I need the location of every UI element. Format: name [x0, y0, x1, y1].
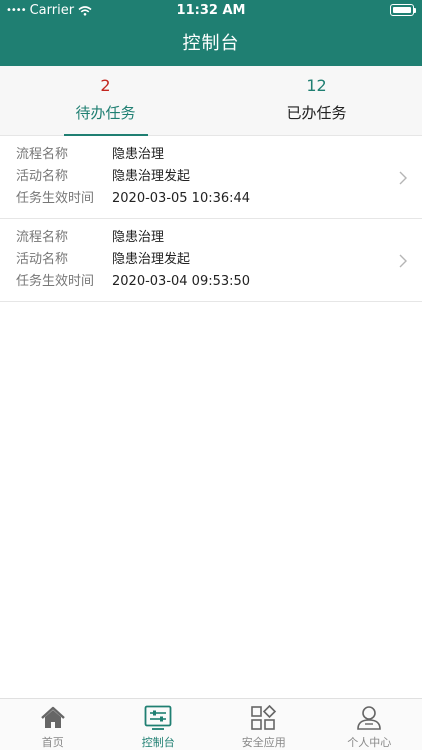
tabbar-label-profile: 个人中心: [347, 736, 392, 749]
status-time: 11:32 AM: [176, 3, 246, 18]
tabbar-label-console: 控制台: [141, 736, 175, 749]
user-icon: [357, 706, 382, 730]
bottom-tab-bar: 首页 控制台 安全应用 个人中心: [0, 698, 422, 750]
tab-done-label: 已办任务: [286, 104, 347, 122]
task-item[interactable]: 流程名称 隐患治理 活动名称 隐患治理发起 任务生效时间 2020-03-05 …: [0, 137, 422, 219]
page-title: 控制台: [182, 33, 240, 54]
time-label: 任务生效时间: [16, 274, 95, 289]
status-bar: •••• Carrier 11:32 AM: [0, 0, 422, 22]
flow-value: 隐患治理: [112, 230, 165, 245]
flow-label: 流程名称: [16, 147, 69, 162]
tabbar-item-console[interactable]: 控制台: [106, 699, 212, 750]
flow-value: 隐患治理: [112, 147, 165, 162]
tab-pending-count: 2: [100, 76, 111, 95]
tab-pending-label: 待办任务: [75, 104, 136, 122]
battery-icon: [390, 4, 416, 16]
flow-label: 流程名称: [16, 230, 69, 245]
tab-done[interactable]: 12 已办任务: [211, 66, 422, 136]
activity-value: 隐患治理发起: [112, 169, 191, 184]
tabbar-label-apps: 安全应用: [241, 736, 286, 749]
apps-icon: [250, 705, 276, 730]
task-tabs: 2 待办任务 12 已办任务: [0, 66, 422, 136]
tab-pending[interactable]: 2 待办任务: [0, 66, 211, 136]
tab-active-indicator: [64, 134, 148, 136]
activity-value: 隐患治理发起: [112, 252, 191, 267]
time-value: 2020-03-04 09:53:50: [112, 274, 251, 289]
time-value: 2020-03-05 10:36:44: [112, 191, 251, 206]
task-item[interactable]: 流程名称 隐患治理 活动名称 隐患治理发起 任务生效时间 2020-03-04 …: [0, 220, 422, 302]
tabbar-label-home: 首页: [41, 736, 64, 749]
nav-bar: 控制台: [0, 22, 422, 66]
tabbar-item-apps[interactable]: 安全应用: [211, 699, 317, 750]
activity-label: 活动名称: [16, 252, 69, 267]
tab-done-count: 12: [306, 76, 327, 95]
time-label: 任务生效时间: [16, 191, 95, 206]
chevron-right-icon: [399, 171, 407, 185]
tabbar-item-profile[interactable]: 个人中心: [317, 699, 422, 750]
tabbar-item-home[interactable]: 首页: [0, 699, 106, 750]
home-icon: [40, 706, 65, 728]
chevron-right-icon: [399, 254, 407, 268]
console-icon: [144, 705, 172, 730]
activity-label: 活动名称: [16, 169, 69, 184]
